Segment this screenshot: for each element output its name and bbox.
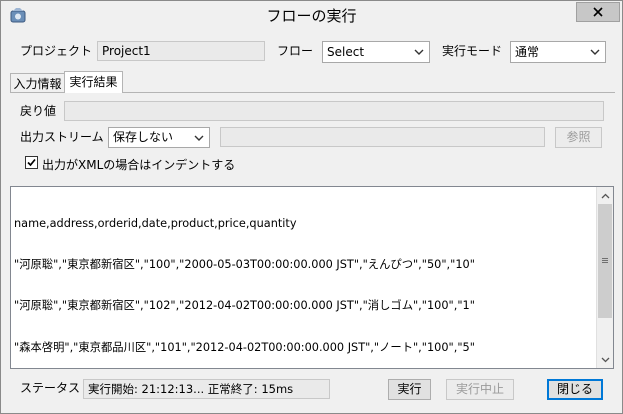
output-line: "河原聡","東京都新宿区","102","2012-04-02T00:00:0… [14,299,475,313]
vertical-scrollbar[interactable] [596,187,613,368]
mode-select-value: 通常 [515,45,540,59]
indent-checkbox[interactable] [25,156,38,169]
output-textarea[interactable]: name,address,orderid,date,product,price,… [10,186,614,369]
run-button[interactable]: 実行 [388,379,431,400]
chevron-down-icon [414,49,424,55]
return-value-field [64,101,604,121]
chevron-up-icon [601,193,610,198]
output-stream-path-field [220,127,545,147]
flow-select[interactable]: Select [322,41,430,63]
tab-run-result[interactable]: 実行結果 [64,71,123,93]
scroll-down-button[interactable] [597,351,614,368]
browse-button[interactable]: 参照 [555,127,602,148]
return-value-label: 戻り値 [20,104,57,118]
scrollbar-thumb[interactable] [598,204,612,318]
grip-line [602,262,608,263]
mode-select[interactable]: 通常 [510,41,606,63]
stop-button[interactable]: 実行中止 [446,379,514,400]
tab-input-info[interactable]: 入力情報 [10,73,65,93]
output-line: name,address,orderid,date,product,price,… [14,216,297,230]
grip-line [602,258,608,259]
output-text: name,address,orderid,date,product,price,… [14,189,475,382]
close-icon [593,7,603,17]
indent-label: 出力がXMLの場合はインデントする [42,158,236,172]
project-label: プロジェクト [20,44,93,58]
output-line: "森本啓明","東京都品川区","101","2012-04-02T00:00:… [14,340,475,354]
flow-run-dialog: フローの実行 プロジェクト Project1 フロー Select 実行モード … [0,0,623,414]
title-bar: フローの実行 [1,1,622,31]
chevron-down-icon [194,135,204,141]
chevron-down-icon [590,49,600,55]
window-close-button[interactable] [576,2,620,22]
output-line: "河原聡","東京都新宿区","100","2000-05-03T00:00:0… [14,257,475,271]
output-stream-select[interactable]: 保存しない [108,127,210,148]
status-field: 実行開始: 21:12:13... 正常終了: 15ms [83,379,330,399]
output-stream-select-value: 保存しない [113,130,174,144]
scroll-up-button[interactable] [597,187,614,204]
checkmark-icon [27,158,36,167]
flow-label: フロー [277,44,314,58]
status-label: ステータス [20,381,81,395]
chevron-down-icon [601,357,610,362]
window-title: フローの実行 [266,7,357,25]
grip-line [602,260,608,261]
flow-select-value: Select [327,45,365,59]
close-button[interactable]: 閉じる [547,379,603,400]
project-field: Project1 [97,41,265,61]
mode-label: 実行モード [442,44,503,58]
output-stream-label: 出力ストリーム [20,130,104,144]
